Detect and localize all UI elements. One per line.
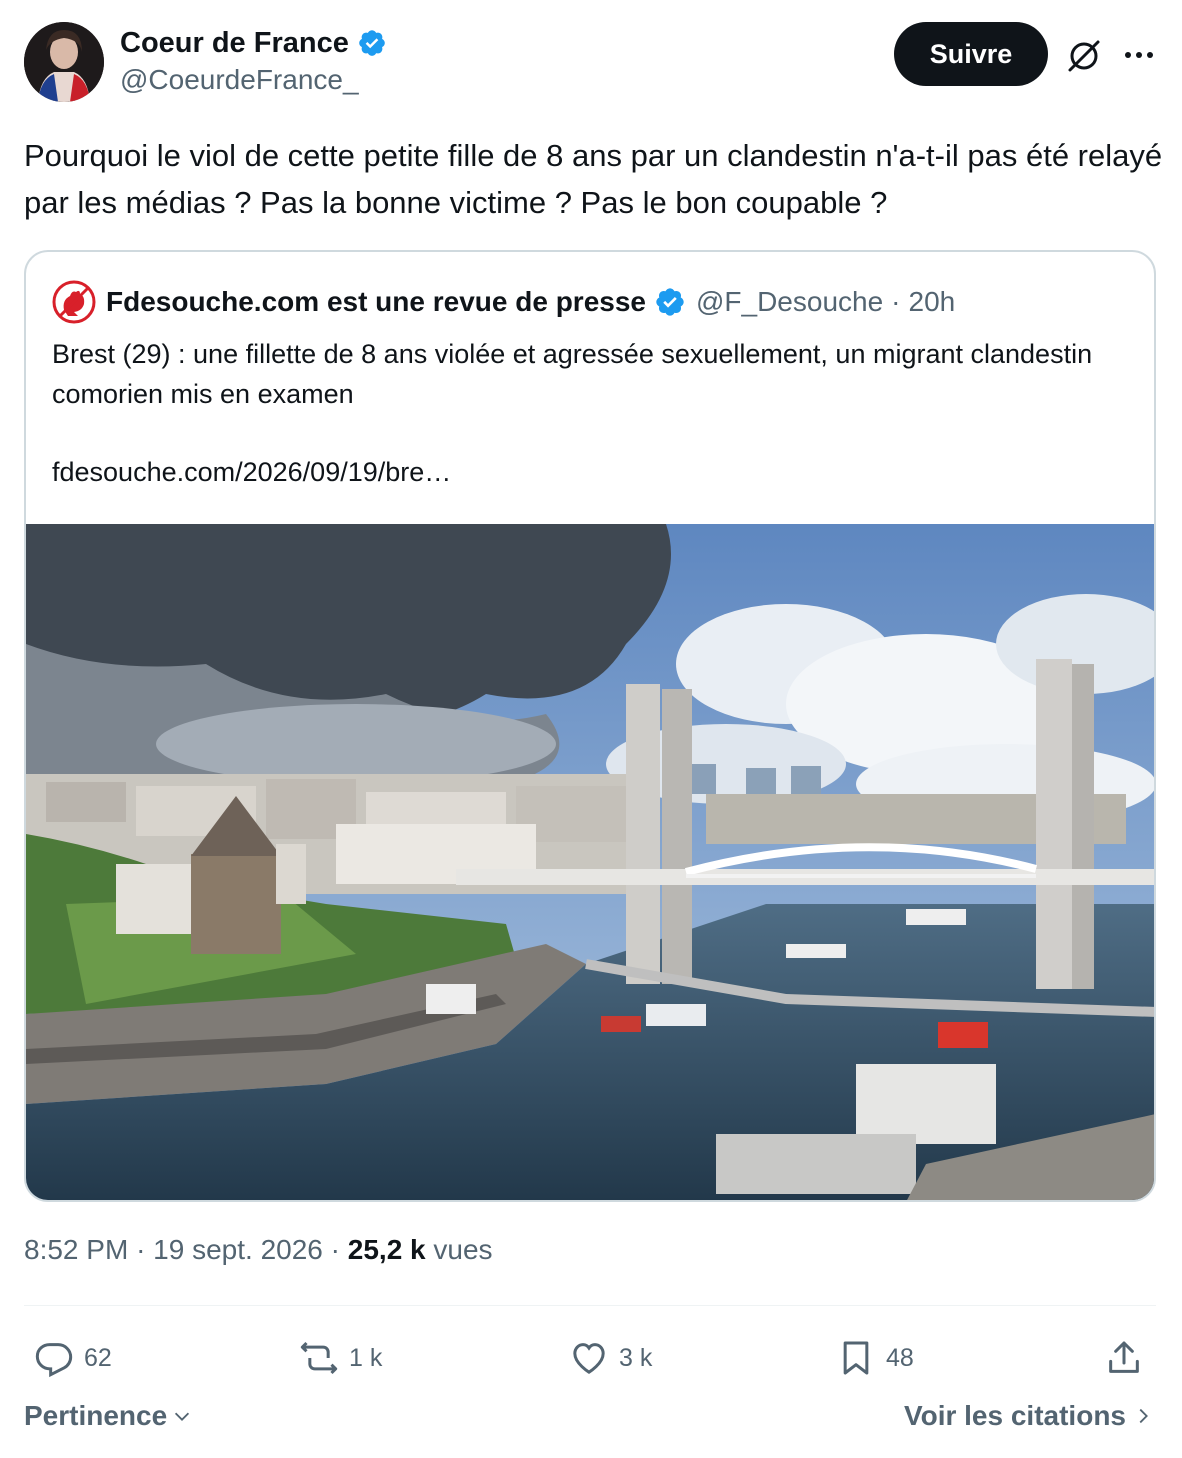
rooster-logo-icon [52, 280, 96, 324]
sort-label: Pertinence [24, 1400, 168, 1431]
meta-separator: · [136, 1234, 146, 1265]
chevron-right-icon [1139, 1408, 1148, 1424]
views-label: vues [433, 1234, 493, 1265]
repost-button[interactable]: 1 k [299, 1330, 382, 1386]
avatar[interactable] [24, 22, 104, 102]
quote-link[interactable]: fdesouche.com/2026/09/19/bre… [52, 452, 451, 492]
verified-badge-icon [359, 30, 385, 56]
divider [24, 1305, 1156, 1306]
quote-separator: · [891, 286, 901, 317]
action-bar: 62 1 k 3 k 48 [24, 1330, 1158, 1386]
tweet-header: Coeur de France @CoeurdeFrance_ Suivre [24, 22, 1158, 102]
sort-dropdown[interactable]: Pertinence [24, 1400, 193, 1432]
reply-count: 62 [84, 1343, 112, 1372]
repost-count: 1 k [349, 1343, 383, 1372]
tweet-text: Pourquoi le viol de cette petite fille d… [24, 138, 1163, 220]
view-quotes-link[interactable]: Voir les citations [904, 1400, 1154, 1432]
chevron-down-icon [175, 1412, 190, 1421]
author-name[interactable]: Coeur de France [120, 27, 349, 60]
verified-badge-icon [656, 288, 684, 316]
quote-image[interactable] [26, 524, 1156, 1202]
author-handle[interactable]: @CoeurdeFrance_ [120, 64, 387, 96]
more-icon[interactable] [1120, 36, 1158, 74]
like-icon [573, 1343, 605, 1374]
quoted-tweet[interactable]: Fdesouche.com est une revue de presse @F… [24, 250, 1156, 1202]
bookmark-button[interactable]: 48 [836, 1330, 914, 1386]
bookmark-icon [843, 1341, 869, 1375]
bookmark-count: 48 [886, 1343, 914, 1372]
repost-icon [300, 1341, 338, 1375]
reply-icon [35, 1343, 73, 1378]
share-icon [1109, 1341, 1139, 1373]
follow-button[interactable]: Suivre [894, 22, 1048, 86]
meta-separator: · [330, 1234, 340, 1265]
tweet-meta: 8:52 PM · 19 sept. 2026 · 25,2 k vues [24, 1234, 493, 1266]
quote-author-name[interactable]: Fdesouche.com est une revue de presse [106, 286, 646, 318]
quote-author-handle[interactable]: @F_Desouche [696, 286, 883, 318]
view-quotes-label: Voir les citations [904, 1400, 1126, 1431]
like-button[interactable]: 3 k [569, 1330, 652, 1386]
tweet-date[interactable]: 19 sept. 2026 [153, 1234, 323, 1265]
like-count: 3 k [619, 1343, 653, 1372]
views-count: 25,2 k [347, 1234, 426, 1265]
reply-button[interactable]: 62 [34, 1330, 112, 1386]
tweet-time[interactable]: 8:52 PM [24, 1234, 128, 1265]
quote-timestamp[interactable]: 20h [909, 286, 956, 318]
quote-text: Brest (29) : une fillette de 8 ans violé… [52, 339, 1093, 409]
share-button[interactable] [1104, 1330, 1144, 1386]
reply-footer: Pertinence Voir les citations [24, 1400, 1154, 1440]
grok-icon[interactable] [1064, 36, 1104, 76]
